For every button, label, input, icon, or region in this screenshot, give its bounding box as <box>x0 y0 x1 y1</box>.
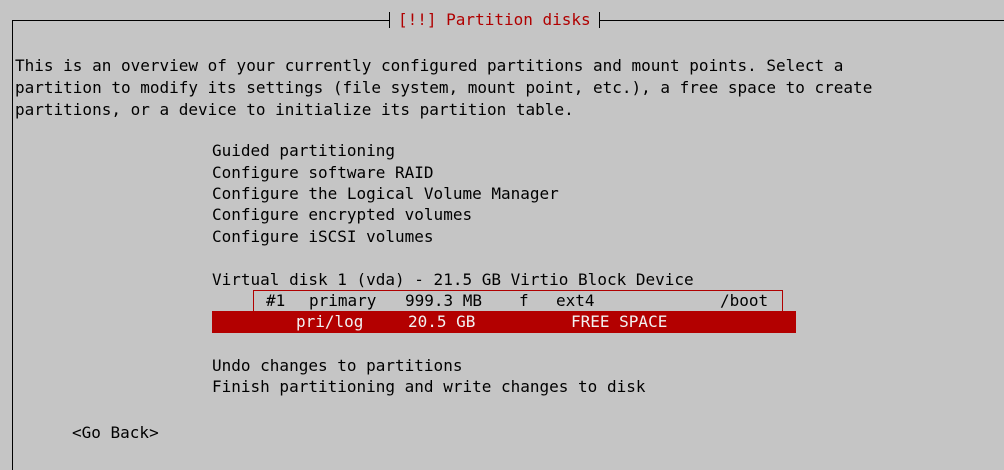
partition-filesystem: ext4 <box>556 291 595 310</box>
partition-size: 999.3 MB <box>405 291 483 310</box>
menu-item-iscsi-volumes[interactable]: Configure iSCSI volumes <box>212 226 434 248</box>
partition-mount-point: /boot <box>720 291 769 310</box>
menu-item-lvm[interactable]: Configure the Logical Volume Manager <box>212 183 559 205</box>
dialog-title: [!!] Partition disks <box>389 9 600 31</box>
menu-item-undo-changes[interactable]: Undo changes to partitions <box>212 355 462 377</box>
partition-size: 20.5 GB <box>408 312 476 331</box>
go-back-button[interactable]: <Go Back> <box>72 422 159 444</box>
menu-item-encrypted-volumes[interactable]: Configure encrypted volumes <box>212 204 472 226</box>
free-space-row[interactable]: pri/log 20.5 GB FREE SPACE <box>212 311 796 333</box>
menu-item-software-raid[interactable]: Configure software RAID <box>212 162 434 184</box>
disk-device[interactable]: Virtual disk 1 (vda) - 21.5 GB Virtio Bl… <box>212 269 694 291</box>
partition-type: primary <box>309 291 377 310</box>
menu-item-guided-partitioning[interactable]: Guided partitioning <box>212 140 395 162</box>
partition-filesystem: FREE SPACE <box>571 312 668 331</box>
dialog-description: This is an overview of your currently co… <box>15 56 873 119</box>
partition-type: pri/log <box>296 312 364 331</box>
menu-item-finish-partitioning[interactable]: Finish partitioning and write changes to… <box>212 376 645 398</box>
partition-number: #1 <box>266 291 286 310</box>
partition-row[interactable]: #1 primary 999.3 MB f ext4 /boot <box>253 290 783 312</box>
partition-flag: f <box>519 291 529 310</box>
